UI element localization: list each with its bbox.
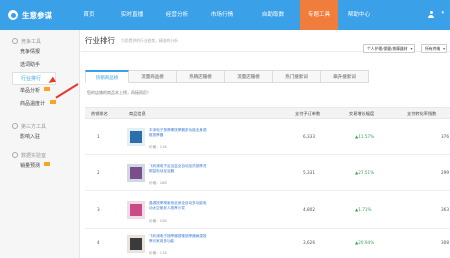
category-select[interactable]: 个人护理/保健/按摩器材 (363, 44, 415, 53)
product-thumbnail[interactable] (127, 128, 145, 146)
sidebar: 竞争工具 竞争情报 选词助手 行业排行 单品分析 商品温度计 第三方工具 影响入… (0, 30, 80, 258)
tab-hot-keywords[interactable]: 热门搜索词 (273, 70, 321, 83)
product-price: 价格：108 (149, 219, 167, 223)
column-rank: 热销排名 (91, 111, 108, 116)
tab-traffic-products[interactable]: 流量商品榜 (129, 70, 177, 83)
product-price: 价格：118 (149, 145, 167, 149)
table-row[interactable]: 2 飞利浦电子足浴盆全自动加热按摩洗脚盆电动足浴器 价格：288 5,331 ▲… (85, 155, 450, 191)
conversion-index: 299 (441, 170, 449, 175)
group-icon (12, 123, 18, 129)
order-count: 4,802 (303, 207, 315, 212)
rank: 2 (97, 170, 100, 175)
nav-business-analysis[interactable]: 经营分析 (156, 0, 198, 30)
growth-rate: ▲1.71% (355, 207, 372, 212)
growth-rate: ▲11.57% (355, 134, 374, 139)
column-product: 商品信息 (129, 111, 146, 116)
column-conversion[interactable]: 支付转化率指数 (407, 111, 436, 117)
order-count: 3,626 (303, 240, 315, 245)
logo-icon (8, 10, 18, 20)
tab-traffic-shops[interactable]: 流量店铺榜 (225, 70, 273, 83)
product-name-link[interactable]: 飞利浦电子按摩器颈椎按摩器肩颈按摩仪家用多功能 (149, 234, 207, 244)
table-row[interactable]: 3 晶源按摩椅家用全身全自动多功能电动太空舱老人按摩沙发 价格：108 4,80… (85, 191, 450, 229)
new-flag-icon (44, 162, 50, 166)
user-menu-indicator[interactable]: ▾ (441, 10, 444, 16)
column-orders[interactable]: 支付子订单数 (295, 111, 320, 117)
group-icon (12, 38, 18, 44)
growth-rate: ▲27.51% (355, 170, 374, 175)
new-flag-icon (50, 100, 56, 104)
product-thumbnail[interactable] (127, 164, 145, 182)
growth-rate: ▲20.94% (355, 240, 374, 245)
new-flag-icon (44, 87, 50, 91)
sidebar-item-label: 销量预测 (20, 163, 41, 169)
app-title: 生意参谋 (22, 10, 52, 20)
group-title: 第三方工具 (21, 123, 47, 130)
nav-self-service-data[interactable]: 自助取数 (246, 0, 300, 30)
tab-hot-products[interactable]: 热销商品榜 (85, 70, 129, 83)
ranking-tabs: 热销商品榜 流量商品榜 热销店铺榜 流量店铺榜 热门搜索词 飙升搜索词 (85, 70, 369, 83)
page-title: 行业排行 (85, 36, 115, 45)
tab-hot-shops[interactable]: 热销店铺榜 (177, 70, 225, 83)
table-header: 热销排名 商品信息 支付子订单数 交易增长幅度 支付转化率指数 (85, 107, 450, 119)
user-icon[interactable] (428, 11, 434, 18)
rank: 3 (97, 207, 100, 212)
sidebar-group-third-party: 第三方工具 (12, 121, 79, 131)
product-thumbnail[interactable] (127, 235, 145, 253)
terminal-select[interactable]: 所有终端 (421, 44, 448, 53)
group-title: 竞争工具 (21, 38, 42, 45)
sidebar-item-product-thermometer[interactable]: 商品温度计 (12, 98, 56, 111)
table-row[interactable]: 1 丰沛电子按摩棒按摩器多功能全身颈椎按摩器 价格：118 6,333 ▲11.… (85, 119, 450, 155)
product-name-link[interactable]: 晶源按摩椅家用全身全自动多功能电动太空舱老人按摩沙发 (149, 201, 207, 211)
sidebar-group-competition: 竞争工具 (12, 36, 79, 46)
nav-realtime[interactable]: 实时直播 (108, 0, 156, 30)
sidebar-item-label: 单品分析 (20, 88, 41, 94)
product-thumbnail[interactable] (127, 201, 145, 219)
group-icon (12, 152, 18, 158)
growth-value: 20.94% (358, 240, 375, 245)
order-count: 5,331 (303, 170, 315, 175)
nav-special-tools[interactable]: 专题工具 (300, 0, 338, 30)
main-content: 行业排行 为您提供的行业趋势，精准的分析 个人护理/保健/按摩器材 所有终端 热… (81, 30, 450, 258)
conversion-index: 376 (441, 134, 449, 139)
sidebar-item-keyword-helper[interactable]: 选词助手 (12, 59, 56, 72)
conversion-index: 363 (441, 207, 449, 212)
tab-rising-keywords[interactable]: 飙升搜索词 (321, 70, 369, 83)
growth-value: 1.71% (358, 207, 372, 212)
sidebar-item-product-analysis[interactable]: 单品分析 (12, 85, 56, 98)
rank: 1 (97, 134, 100, 139)
breadcrumb: 为您提供的行业趋势，精准的分析 (121, 37, 178, 43)
nav-home[interactable]: 首页 (70, 0, 108, 30)
order-count: 6,333 (303, 134, 315, 139)
ranking-description: 您的店铺的商品本上榜，再接再厉！ (87, 90, 151, 95)
main-nav: 首页 实时直播 经营分析 市场行情 自助取数 专题工具 帮助中心 (70, 0, 380, 30)
column-growth[interactable]: 交易增长幅度 (349, 111, 374, 117)
sidebar-item-settle-in[interactable]: 影响入驻 (12, 131, 56, 144)
sidebar-group-data-lab: 数据实验室 (12, 150, 79, 160)
table-row[interactable]: 4 飞利浦电子按摩器颈椎按摩器肩颈按摩仪家用多功能 价格：118 3,626 ▲… (85, 229, 450, 258)
nav-help-center[interactable]: 帮助中心 (338, 0, 380, 30)
sidebar-item-sales-forecast[interactable]: 销量预测 (12, 160, 56, 173)
logo[interactable]: 生意参谋 (8, 10, 70, 21)
sidebar-item-competition-intel[interactable]: 竞争情报 (12, 46, 56, 59)
product-name-link[interactable]: 飞利浦电子足浴盆全自动加热按摩洗脚盆电动足浴器 (149, 164, 207, 174)
nav-market[interactable]: 市场行情 (198, 0, 246, 30)
product-price: 价格：288 (149, 181, 167, 185)
sidebar-item-label: 商品温度计 (20, 101, 46, 107)
rank: 4 (97, 240, 100, 245)
group-title: 数据实验室 (21, 152, 47, 159)
top-navigation-bar: 生意参谋 首页 实时直播 经营分析 市场行情 自助取数 专题工具 帮助中心 ▾ (0, 0, 450, 30)
product-name-link[interactable]: 丰沛电子按摩棒按摩器多功能全身颈椎按摩器 (149, 128, 207, 138)
product-price: 价格：118 (149, 251, 167, 255)
conversion-index: 308 (441, 240, 449, 245)
growth-value: 27.51% (358, 170, 375, 175)
growth-value: 11.57% (358, 134, 375, 139)
